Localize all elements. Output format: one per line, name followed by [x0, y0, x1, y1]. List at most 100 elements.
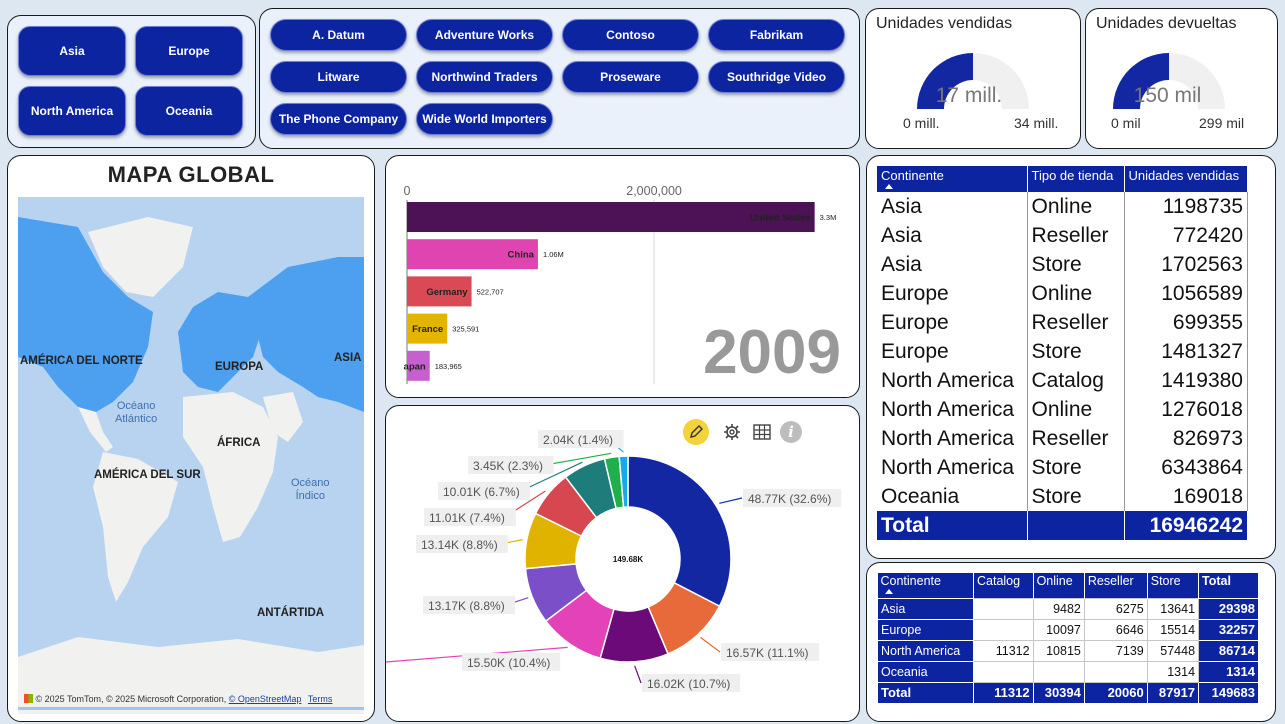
map-label-europe: EUROPA	[215, 361, 264, 373]
donut-slice[interactable]	[627, 455, 732, 608]
data-label: 2.04K (1.4%)	[543, 433, 613, 447]
continent-slicer-button[interactable]: Asia	[18, 26, 126, 76]
cell-store-type: Reseller	[1027, 308, 1125, 337]
matrix-row[interactable]: Oceania 1314 1314	[877, 660, 1259, 683]
cell-store-type: Online	[1027, 192, 1125, 221]
matrix-col-header[interactable]: Total	[1198, 573, 1259, 598]
edit-icon[interactable]	[683, 419, 709, 445]
matrix-row-header: Europe	[877, 618, 974, 641]
brand-slicer-button[interactable]: Fabrikam	[708, 19, 845, 51]
settings-gear-icon[interactable]	[722, 422, 742, 442]
map-label-south-america: AMÉRICA DEL SUR	[94, 469, 201, 481]
continent-slicer-button[interactable]: Europe	[135, 26, 243, 76]
data-label: 10.01K (6.7%)	[443, 485, 520, 499]
table-row[interactable]: North America Reseller 826973	[877, 424, 1248, 453]
matrix-cell	[973, 597, 1034, 620]
table-row[interactable]: North America Catalog 1419380	[877, 366, 1248, 395]
col-header-store-type[interactable]: Tipo de tienda	[1027, 166, 1125, 192]
table-row[interactable]: North America Online 1276018	[877, 395, 1248, 424]
table-row[interactable]: North America Store 6343864	[877, 453, 1248, 482]
table-row[interactable]: Asia Reseller 772420	[877, 221, 1248, 250]
matrix-col-header[interactable]: Catalog	[973, 573, 1034, 598]
matrix-total-cell: 11312	[973, 681, 1034, 704]
bar-category-label: apan	[404, 361, 426, 372]
data-label: 15.50K (10.4%)	[467, 656, 550, 670]
data-label: 16.02K (10.7%)	[647, 677, 730, 691]
cell-units-sold: 1702563	[1124, 250, 1248, 279]
returns-matrix: Continente Catalog Online Reseller Store Tota…	[877, 573, 1259, 704]
map-attribution: © 2025 TomTom, © 2025 Microsoft Corporat…	[24, 694, 332, 704]
brand-slicer-button[interactable]: Adventure Works	[416, 19, 553, 51]
table-row[interactable]: Europe Online 1056589	[877, 279, 1248, 308]
cell-continent: North America	[877, 424, 1028, 453]
units-sold-table-panel: Continente Tipo de tienda Unidades vendi…	[866, 155, 1276, 559]
matrix-row-header: Oceania	[877, 660, 974, 683]
map-label-indian: Océano Índico	[291, 477, 330, 502]
donut-center-label: 149.68K	[613, 555, 643, 564]
continent-slicer-button[interactable]: Oceania	[135, 86, 243, 136]
x-tick-label: 2,000,000	[626, 184, 682, 198]
osm-link[interactable]: © OpenStreetMap	[229, 694, 302, 704]
brand-slicer-button[interactable]: Northwind Traders	[416, 61, 553, 93]
matrix-col-header[interactable]: Store	[1147, 573, 1200, 598]
table-row[interactable]: Europe Store 1481327	[877, 337, 1248, 366]
cell-continent: North America	[877, 453, 1028, 482]
col-header-continent[interactable]: Continente	[877, 166, 1028, 192]
matrix-col-header[interactable]: Online	[1033, 573, 1085, 598]
brand-slicer-button[interactable]: The Phone Company	[270, 103, 407, 135]
brand-slicer-button[interactable]: Litware	[270, 61, 407, 93]
brand-slicer-button[interactable]: Proseware	[562, 61, 699, 93]
continent-slicer-button[interactable]: North America	[18, 86, 126, 136]
cell-store-type: Reseller	[1027, 221, 1125, 250]
cell-store-type: Store	[1027, 250, 1125, 279]
cell-store-type: Online	[1027, 279, 1125, 308]
data-label: 3.45K (2.3%)	[473, 459, 543, 473]
cell-continent: Oceania	[877, 482, 1028, 511]
matrix-cell: 10097	[1032, 618, 1085, 641]
table-row[interactable]: Oceania Store 169018	[877, 482, 1248, 511]
info-icon[interactable]: i	[780, 421, 802, 443]
brand-slicer-button[interactable]: Southridge Video	[708, 61, 845, 93]
matrix-col-header[interactable]: Continente	[877, 573, 974, 598]
brand-slicer-button[interactable]: Contoso	[562, 19, 699, 51]
map-label-north-america: AMÉRICA DEL NORTE	[20, 355, 143, 367]
terms-link[interactable]: Terms	[308, 694, 333, 704]
sort-ascending-icon	[885, 184, 893, 189]
table-total-row: Total 16946242	[877, 511, 1248, 540]
bar-chart-panel: 0 2,000,000 United States 3.3M China 1.06M Ger…	[385, 155, 860, 398]
brand-slicer-button[interactable]: A. Datum	[270, 19, 407, 51]
matrix-row[interactable]: North America 11312 10815 7139 57448 86714	[877, 639, 1259, 662]
matrix-cell: 10815	[1032, 639, 1085, 662]
matrix-row[interactable]: Europe 10097 6646 15514 32257	[877, 618, 1259, 641]
gauge-min: 0 mil	[1111, 115, 1141, 131]
matrix-total-cell: 20060	[1083, 681, 1148, 704]
matrix-cell: 7139	[1083, 639, 1148, 662]
table-row[interactable]: Europe Reseller 699355	[877, 308, 1248, 337]
matrix-col-header[interactable]: Reseller	[1084, 573, 1148, 598]
map-label-asia: ASIA	[334, 352, 362, 364]
table-row[interactable]: Asia Online 1198735	[877, 192, 1248, 221]
cell-units-sold: 1276018	[1124, 395, 1248, 424]
leader-line	[634, 665, 642, 684]
table-view-icon[interactable]	[752, 422, 772, 442]
cell-units-sold: 1481327	[1124, 337, 1248, 366]
bar-value-label: 325,591	[452, 325, 479, 334]
matrix-total-cell: 149683	[1198, 681, 1259, 704]
world-map[interactable]	[18, 197, 364, 714]
map-panel: MAPA GLOBAL AMÉRICA DEL NORTE EUROPA ASI…	[7, 155, 375, 722]
returns-matrix-panel: Continente Catalog Online Reseller Store Tota…	[866, 562, 1276, 722]
cell-continent: North America	[877, 366, 1028, 395]
cell-store-type: Reseller	[1027, 424, 1125, 453]
table-row[interactable]: Asia Store 1702563	[877, 250, 1248, 279]
cell-store-type: Store	[1027, 482, 1125, 511]
bar-category-label: Germany	[426, 287, 468, 298]
cell-units-sold: 1198735	[1124, 192, 1248, 221]
donut-chart-panel: 48.77K (32.6%) 16.57K (11.1%) 16.02K (10.7…	[385, 405, 860, 722]
cell-store-type: Catalog	[1027, 366, 1125, 395]
matrix-row[interactable]: Asia 9482 6275 13641 29398	[877, 597, 1259, 620]
data-label: 13.17K (8.8%)	[428, 599, 505, 613]
bar-value-label: 522,707	[477, 287, 504, 296]
cell-units-sold: 826973	[1124, 424, 1248, 453]
col-header-units-sold[interactable]: Unidades vendidas	[1124, 166, 1248, 192]
brand-slicer-button[interactable]: Wide World Importers	[416, 103, 553, 135]
